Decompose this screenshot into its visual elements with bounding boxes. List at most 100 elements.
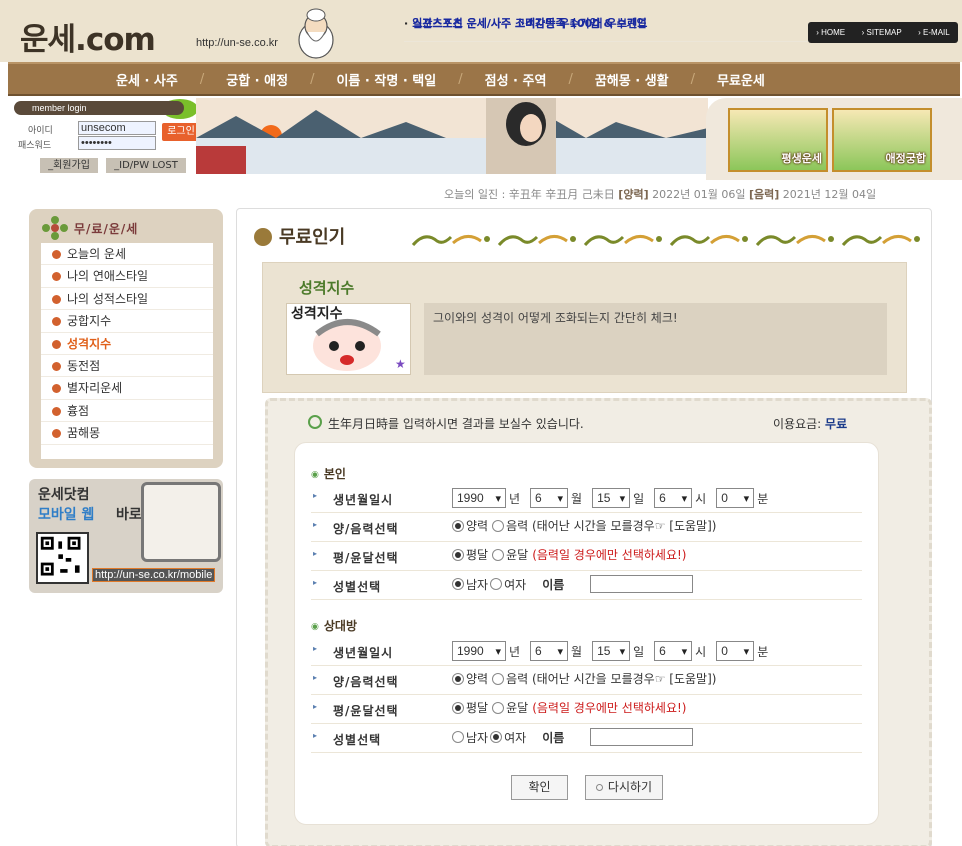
nav-item-fortune[interactable]: 운세 · 사주	[116, 70, 178, 89]
self-gender-row: 성별선택 남자 여자 이름	[311, 571, 862, 600]
svg-text:★: ★	[395, 357, 406, 371]
login-button[interactable]: 로그인	[162, 123, 200, 141]
birth-label: 생년월일시	[313, 491, 393, 508]
promo-love-match[interactable]: 애정궁합	[832, 108, 932, 172]
password-input[interactable]: ••••••••	[78, 136, 156, 150]
bullet-icon	[52, 384, 61, 394]
reset-button[interactable]: 다시하기	[585, 775, 663, 800]
partner-day-select[interactable]: 15	[592, 641, 631, 661]
self-solar-radio[interactable]	[452, 519, 464, 532]
normal-month-text: 평달	[466, 701, 489, 715]
self-name-input[interactable]	[590, 575, 694, 593]
calendar-label: 양/음력선택	[313, 673, 399, 690]
promo-boxes: 평생운세 애정궁합	[706, 98, 962, 180]
sidebar-item-label: 별자리운세	[67, 381, 123, 396]
sidebar-item-dream[interactable]: 꿈해몽	[41, 422, 213, 445]
login-box: member login 아이디 패스워드 unsecom •••••••• 로…	[14, 99, 200, 177]
nav-item-compatibility[interactable]: 궁합 · 애정	[226, 70, 288, 89]
self-normal-month-radio[interactable]	[452, 548, 464, 561]
fee-info: 이용요금: 무료	[773, 415, 847, 432]
bullet-icon	[52, 429, 61, 439]
bullet-icon	[52, 317, 61, 327]
section-self: 본인	[311, 465, 346, 482]
solar-text: 양력	[466, 519, 489, 533]
partner-solar-radio[interactable]	[452, 672, 464, 685]
mobile-banner-web: 모바일 웹	[38, 507, 95, 523]
sidebar-item-label: 동전점	[67, 358, 101, 373]
id-pw-lost-button[interactable]: _ID/PW LOST	[106, 158, 186, 173]
ornament-border	[409, 229, 923, 249]
self-minute-select[interactable]: 0	[716, 488, 755, 508]
flower-icon	[42, 216, 68, 240]
self-leap-month-radio[interactable]	[492, 548, 505, 561]
self-month-select[interactable]: 6	[530, 488, 569, 508]
topic-box: 성격지수 성격지수 ★ 그이와의 성격이 어떻게 조화되는지 간단히 체크!	[262, 262, 907, 393]
promo-lifetime-label: 평생운세	[781, 152, 822, 165]
mobile-url[interactable]: http://un-se.co.kr/mobile	[92, 568, 216, 582]
self-female-radio[interactable]	[490, 578, 503, 590]
self-lunar-radio[interactable]	[492, 519, 505, 532]
nav-item-free[interactable]: 무료운세	[717, 70, 765, 89]
mobile-banner-title: 운세닷컴	[38, 487, 90, 503]
self-male-radio[interactable]	[452, 578, 464, 590]
home-link[interactable]: HOME	[816, 28, 845, 37]
partner-female-radio[interactable]	[490, 731, 503, 743]
leap-label: 평/윤달선택	[313, 549, 399, 566]
sidebar-item-coin[interactable]: 동전점	[41, 355, 213, 378]
promo-lifetime-fortune[interactable]: 평생운세	[728, 108, 828, 172]
main-content: 무료인기 성격지수 성격지수 ★ 그이와의 성격이 어떻게 조화되는지 간단히 …	[236, 208, 932, 846]
join-button[interactable]: _회원가입	[40, 158, 98, 173]
email-link[interactable]: E-MAIL	[918, 28, 950, 37]
partner-month-select[interactable]: 6	[530, 641, 569, 661]
mobile-web-banner[interactable]: 운세닷컴 모바일 웹 바로가기! http://un-se.co.kr/mobi…	[29, 479, 223, 593]
nav-item-divination[interactable]: 점성 · 주역	[485, 70, 547, 89]
male-text: 남자	[466, 730, 489, 745]
day-unit: 일	[633, 491, 645, 506]
confirm-button[interactable]: 확인	[511, 775, 568, 800]
partner-minute-select[interactable]: 0	[716, 641, 755, 661]
lunar-text: 음력 (태어난 시간을 모를경우☞ [도움말])	[506, 672, 717, 686]
partner-leap-row: 평/윤달선택 평달 윤달 (음력일 경우에만 선택하세요!)	[311, 695, 862, 724]
sidebar-item-label: 오늘의 운세	[67, 247, 127, 261]
fee-label: 이용요금:	[773, 417, 822, 431]
partner-normal-month-radio[interactable]	[452, 701, 464, 714]
sidebar-title: 무/료/운/세	[74, 222, 139, 236]
year-unit: 년	[509, 644, 521, 659]
partner-name-input[interactable]	[590, 728, 694, 746]
login-tag: member login	[14, 101, 184, 115]
sidebar-item-compat-index[interactable]: 궁합지수	[41, 310, 213, 333]
sidebar-item-personality-index[interactable]: 성격지수	[41, 333, 213, 355]
date-prefix: 오늘의 일진 : 辛丑年 辛丑月 己未日	[444, 188, 615, 201]
sidebar-item-love-style[interactable]: 나의 연애스타일	[41, 265, 213, 288]
phone-illustration	[141, 482, 221, 562]
sidebar-item-label: 나의 성적스타일	[67, 291, 149, 306]
sidebar-item-bad-omen[interactable]: 흉점	[41, 400, 213, 423]
partner-male-radio[interactable]	[452, 731, 464, 743]
self-leap-row: 평/윤달선택 평달 윤달 (음력일 경우에만 선택하세요!)	[311, 542, 862, 571]
partner-hour-select[interactable]: 6	[654, 641, 693, 661]
mountain-sunset-illustration	[196, 98, 708, 174]
partner-year-select[interactable]: 1990	[452, 641, 506, 661]
id-input[interactable]: unsecom	[78, 121, 156, 135]
sitemap-link[interactable]: SITEMAP	[862, 28, 902, 37]
sidebar-item-today[interactable]: 오늘의 운세	[41, 243, 213, 266]
self-hour-select[interactable]: 6	[654, 488, 693, 508]
bullet-icon	[52, 406, 61, 416]
partner-leap-month-radio[interactable]	[492, 701, 505, 714]
self-day-select[interactable]: 15	[592, 488, 631, 508]
partner-birth-row: 생년월일시 1990년 6월 15일 6시 0분	[311, 637, 862, 666]
month-unit: 월	[571, 644, 583, 659]
partner-gender-row: 성별선택 남자 여자 이름	[311, 724, 862, 753]
leap-label: 평/윤달선택	[313, 702, 399, 719]
topic-image-text: 성격지수	[291, 305, 343, 322]
nav-item-naming[interactable]: 이름 · 작명 · 택일	[336, 70, 436, 89]
sidebar-item-sex-style[interactable]: 나의 성적스타일	[41, 288, 213, 311]
partner-lunar-radio[interactable]	[492, 672, 505, 685]
sidebar-item-horoscope[interactable]: 별자리운세	[41, 377, 213, 400]
lunar-label: [음력]	[748, 188, 780, 201]
site-logo[interactable]: 운세.com	[20, 14, 156, 59]
nav-item-dreams[interactable]: 꿈해몽 · 생활	[595, 70, 669, 89]
birth-label: 생년월일시	[313, 644, 393, 661]
self-year-select[interactable]: 1990	[452, 488, 506, 508]
form-card: 본인 생년월일시 1990년 6월 15일 6시 0분 양/음력선택 양력 음력…	[294, 442, 879, 825]
